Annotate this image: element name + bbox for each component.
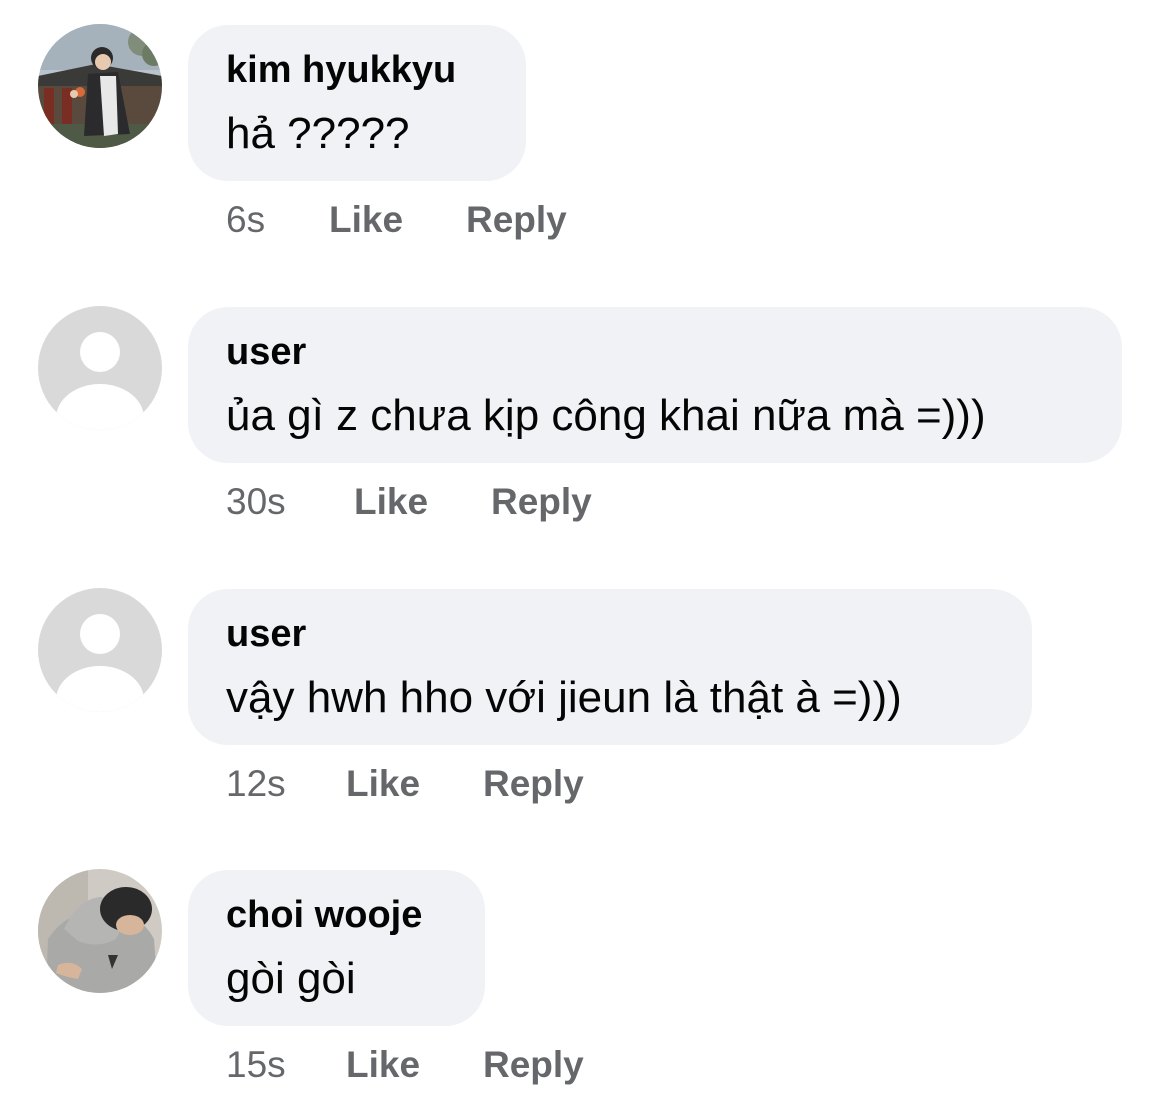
- avatar[interactable]: [38, 306, 162, 430]
- comment-timestamp[interactable]: 15s: [226, 1044, 346, 1086]
- like-button[interactable]: Like: [354, 481, 491, 523]
- comment-bubble: choi wooje gòi gòi: [188, 870, 485, 1026]
- comment-bubble: kim hyukkyu hả ?????: [188, 25, 526, 181]
- like-button[interactable]: Like: [329, 199, 466, 241]
- comment-author[interactable]: choi wooje: [226, 894, 422, 937]
- reply-button[interactable]: Reply: [491, 481, 592, 523]
- comment-bubble: user ủa gì z chưa kịp công khai nữa mà =…: [188, 307, 1122, 463]
- comment-author[interactable]: kim hyukkyu: [226, 49, 456, 92]
- comment-timestamp[interactable]: 12s: [226, 763, 346, 805]
- comment-actions: 12s Like Reply: [226, 759, 584, 809]
- comment-text: hả ?????: [226, 109, 410, 158]
- comment-text: gòi gòi: [226, 954, 356, 1003]
- comment-timestamp[interactable]: 6s: [226, 199, 329, 241]
- comment-author[interactable]: user: [226, 613, 306, 656]
- comment-text: ủa gì z chưa kịp công khai nữa mà =))): [226, 391, 986, 440]
- default-profile-icon: [38, 588, 162, 712]
- comment-author[interactable]: user: [226, 331, 306, 374]
- comment-bubble: user vậy hwh hho với jieun là thật à =))…: [188, 589, 1032, 745]
- comment-actions: 30s Like Reply: [226, 477, 592, 527]
- comment-text: vậy hwh hho với jieun là thật à =))): [226, 673, 902, 722]
- user-photo-icon: [38, 869, 162, 993]
- reply-button[interactable]: Reply: [466, 199, 567, 241]
- avatar[interactable]: [38, 24, 162, 148]
- like-button[interactable]: Like: [346, 1044, 483, 1086]
- like-button[interactable]: Like: [346, 763, 483, 805]
- comment-timestamp[interactable]: 30s: [226, 481, 354, 523]
- user-photo-icon: [38, 24, 162, 148]
- reply-button[interactable]: Reply: [483, 763, 584, 805]
- avatar[interactable]: [38, 869, 162, 993]
- reply-button[interactable]: Reply: [483, 1044, 584, 1086]
- avatar[interactable]: [38, 588, 162, 712]
- comment-actions: 15s Like Reply: [226, 1040, 584, 1090]
- comment-actions: 6s Like Reply: [226, 195, 567, 245]
- default-profile-icon: [38, 306, 162, 430]
